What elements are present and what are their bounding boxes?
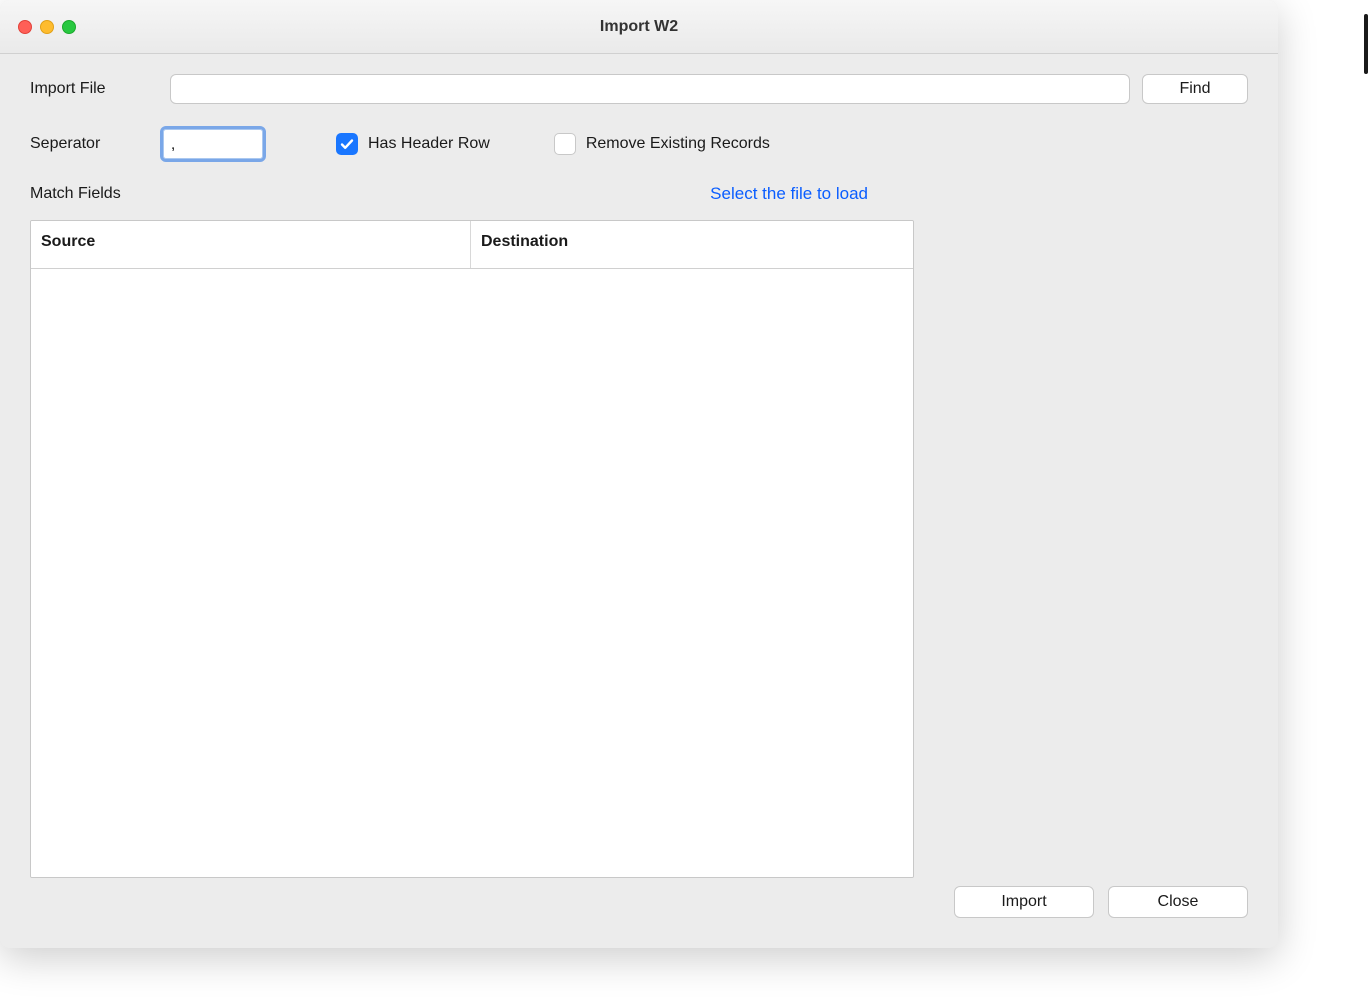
has-header-row-checkbox[interactable] [336,133,358,155]
import-button[interactable]: Import [954,886,1094,918]
column-header-destination[interactable]: Destination [471,221,913,268]
import-file-input[interactable] [170,74,1130,104]
close-button[interactable]: Close [1108,886,1248,918]
table-header: Source Destination [31,221,913,269]
footer-buttons: Import Close [954,886,1248,918]
close-window-icon[interactable] [18,20,32,34]
table-body [31,269,913,877]
match-fields-table: Source Destination [30,220,914,878]
has-header-row-checkbox-wrap[interactable]: Has Header Row [336,133,490,155]
scrollbar-indicator [1364,14,1368,74]
import-file-label: Import File [30,80,170,98]
minimize-window-icon[interactable] [40,20,54,34]
separator-input[interactable] [160,126,266,162]
window-controls [18,20,76,34]
separator-label: Seperator [30,135,170,153]
maximize-window-icon[interactable] [62,20,76,34]
titlebar: Import W2 [0,0,1278,54]
remove-existing-checkbox[interactable] [554,133,576,155]
remove-existing-label: Remove Existing Records [586,135,770,153]
select-file-hint: Select the file to load [710,184,868,204]
options-row: Seperator Has Header Row Remove Existing… [30,126,1248,162]
match-fields-header: Match Fields Select the file to load [30,184,1248,204]
has-header-row-label: Has Header Row [368,135,490,153]
import-w2-dialog: Import W2 Import File Find Seperator Has… [0,0,1278,948]
window-title: Import W2 [0,18,1278,36]
remove-existing-checkbox-wrap[interactable]: Remove Existing Records [554,133,770,155]
find-button[interactable]: Find [1142,74,1248,104]
import-file-row: Import File Find [30,74,1248,104]
column-header-source[interactable]: Source [31,221,471,268]
match-fields-label: Match Fields [30,185,121,203]
checkmark-icon [339,136,355,152]
